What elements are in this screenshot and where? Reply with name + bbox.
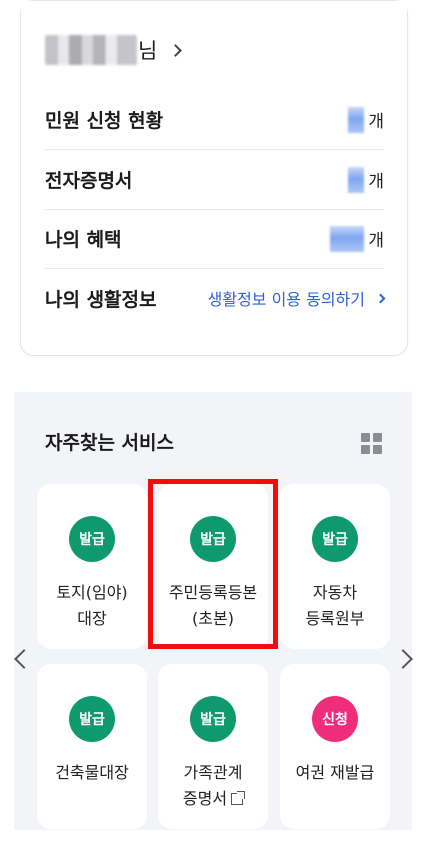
- row-value: 개: [330, 225, 384, 252]
- service-label: 토지(임야) 대장: [56, 583, 128, 628]
- service-card-vehicle-register[interactable]: 발급 자동차 등록원부: [280, 484, 390, 649]
- issue-badge: 발급: [190, 696, 236, 742]
- user-name-link[interactable]: 님: [45, 34, 183, 66]
- row-label: 민원 신청 현황: [45, 110, 164, 132]
- service-label: 건축물대장: [55, 763, 129, 782]
- count-unit: 개: [368, 112, 384, 132]
- row-e-certificates[interactable]: 전자증명서 개: [45, 150, 384, 210]
- service-label: 자동차 등록원부: [305, 583, 365, 628]
- grid-menu-icon[interactable]: [361, 433, 382, 454]
- service-label: 주민등록등본 (초본): [168, 583, 258, 628]
- service-card-resident-register[interactable]: 발급 주민등록등본 (초본): [158, 484, 268, 649]
- life-info-label: 나의 생활정보: [45, 288, 157, 311]
- blurred-user-name: [45, 35, 137, 65]
- row-label: 나의 혜택: [45, 229, 122, 251]
- blurred-count: [348, 166, 365, 193]
- service-label: 여권 재발급: [295, 763, 375, 782]
- row-value: 개: [348, 106, 384, 133]
- apply-badge: 신청: [312, 696, 358, 742]
- service-card-passport-reissue[interactable]: 신청 여권 재발급: [280, 664, 390, 829]
- issue-badge: 발급: [190, 516, 236, 562]
- service-card-family-certificate[interactable]: 발급 가족관계 증명서: [158, 664, 268, 829]
- row-civil-applications[interactable]: 민원 신청 현황 개: [45, 90, 384, 150]
- card-top-strip: [21, 1, 407, 15]
- issue-badge: 발급: [69, 516, 115, 562]
- name-suffix: 님: [138, 39, 158, 63]
- external-link-icon: [231, 791, 246, 805]
- service-card-land-register[interactable]: 발급 토지(임야) 대장: [37, 484, 147, 649]
- blurred-count: [348, 106, 365, 133]
- life-info-consent-link[interactable]: 생활정보 이용 동의하기: [207, 286, 386, 310]
- count-unit: 개: [368, 172, 384, 192]
- blurred-count: [330, 225, 365, 252]
- row-life-info: 나의 생활정보 생활정보 이용 동의하기: [45, 268, 386, 328]
- issue-badge: 발급: [312, 516, 358, 562]
- count-unit: 개: [368, 231, 384, 251]
- life-info-link-text: 생활정보 이용 동의하기: [207, 290, 365, 309]
- row-label: 전자증명서: [45, 170, 133, 192]
- service-label: 가족관계 증명서: [183, 760, 246, 812]
- chevron-right-icon: [169, 43, 183, 57]
- chevron-right-icon: [375, 293, 386, 303]
- row-value: 개: [348, 166, 384, 193]
- section-title: 자주찾는 서비스: [45, 432, 174, 454]
- row-my-benefits[interactable]: 나의 혜택 개: [45, 209, 384, 269]
- service-card-building-register[interactable]: 발급 건축물대장: [37, 664, 147, 829]
- issue-badge: 발급: [69, 696, 115, 742]
